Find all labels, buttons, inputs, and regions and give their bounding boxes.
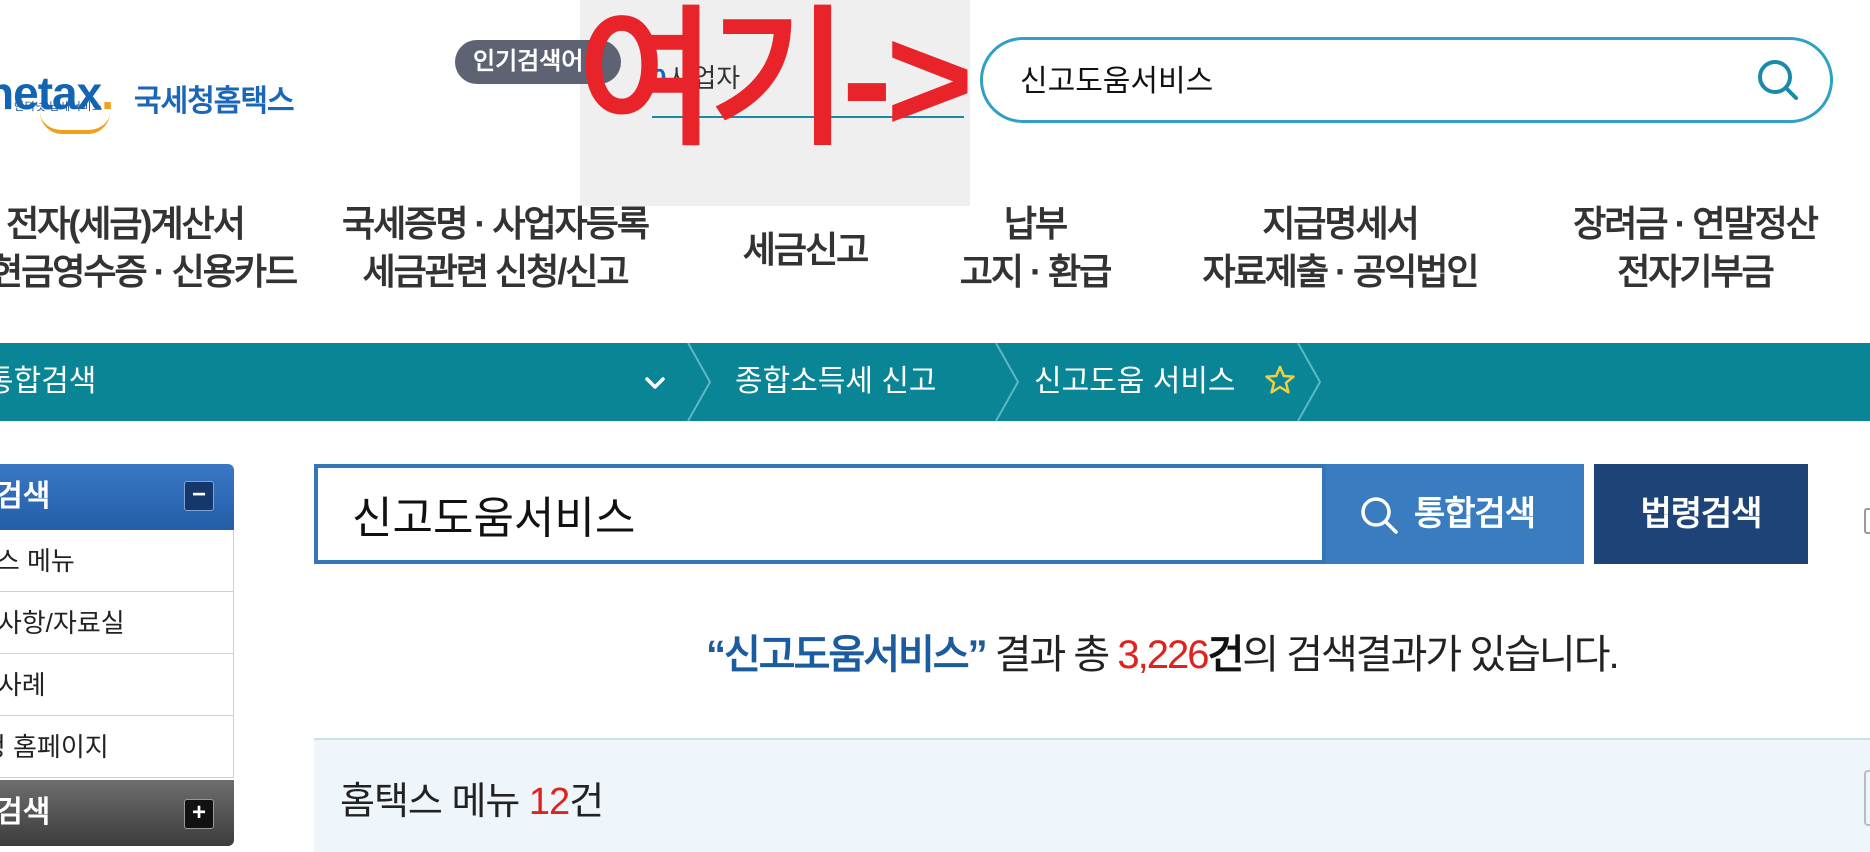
menu-certificate[interactable]: 국세증명 · 사업자등록 세금관련 신청/신고 [330, 200, 660, 296]
sidebar-item-label: 홈택스 메뉴 [0, 546, 75, 576]
sidebar-item-nts-homepage[interactable]: 국세청 홈페이지 [0, 716, 234, 778]
breadcrumb-first[interactable]: 통합검색 [0, 343, 96, 421]
logo-arc-icon [40, 112, 110, 134]
edge-control-icon[interactable] [1864, 508, 1870, 534]
menu-payment-line1: 납부 [1003, 203, 1068, 244]
sidebar-item-label: 상담사례 [0, 670, 46, 700]
collapse-icon[interactable]: − [184, 481, 214, 511]
sidebar-item-notice[interactable]: 공지사항/자료실 [0, 592, 234, 654]
menu-e-invoice[interactable]: 전자(세금)계산서 현금영수증 · 신용카드 [0, 200, 298, 296]
menu-incentive[interactable]: 장려금 · 연말정산 전자기부금 [1550, 200, 1840, 296]
menu-e-invoice-line2: 현금영수증 · 신용카드 [0, 251, 298, 292]
sidebar-header-law[interactable]: 법령검색 + [0, 780, 234, 846]
law-search-button[interactable]: 법령검색 [1594, 464, 1808, 564]
menu-certificate-line1: 국세증명 · 사업자등록 [341, 203, 650, 244]
star-icon[interactable] [1264, 364, 1296, 396]
logo-wordmark-e: e [13, 67, 39, 119]
quote-open: “ [706, 633, 726, 677]
expand-icon[interactable]: + [184, 799, 214, 829]
section-unit: 건 [569, 781, 604, 823]
search-icon[interactable] [1754, 56, 1802, 104]
menu-payment[interactable]: 납부 고지 · 환급 [935, 200, 1135, 296]
section-count: 12 [528, 781, 570, 823]
breadcrumb-second[interactable]: 종합소득세 신고 [735, 343, 937, 421]
menu-payment-line2: 고지 · 환급 [959, 251, 1112, 292]
logo-name[interactable]: 국세청홈택스 [134, 76, 295, 120]
sidebar-item-consult[interactable]: 상담사례 [0, 654, 234, 716]
menu-statement-line1: 지급명세서 [1262, 203, 1420, 244]
menu-tax-filing[interactable]: 세금신고 [715, 226, 895, 274]
main-search-input[interactable]: 신고도움서비스 [352, 482, 635, 546]
summary-mid: 결과 총 [985, 633, 1118, 677]
breadcrumb-separator-icon [687, 343, 712, 421]
search-icon [1361, 497, 1398, 534]
red-annotation-arrow: 여기-> [578, 0, 974, 163]
quote-close: ” [967, 633, 988, 677]
sidebar-item-hometax-menu[interactable]: 홈택스 메뉴 [0, 530, 234, 592]
chevron-down-icon[interactable] [642, 370, 668, 396]
menu-certificate-line2: 세금관련 신청/신고 [362, 251, 630, 292]
section-title-label: 홈택스 메뉴 [340, 781, 529, 823]
menu-incentive-line1: 장려금 · 연말정산 [1573, 203, 1819, 244]
more-button[interactable] [1864, 770, 1870, 826]
result-section-title: 홈택스 메뉴 12건 [340, 770, 604, 825]
menu-tax-filing-line1: 세금신고 [742, 229, 869, 270]
menu-statement[interactable]: 지급명세서 자료제출 · 공익법인 [1190, 200, 1490, 296]
summary-count: 3,226 [1117, 633, 1209, 677]
menu-incentive-line2: 전자기부금 [1617, 251, 1775, 292]
breadcrumb-separator-icon [995, 343, 1020, 421]
breadcrumb-separator-icon [1297, 343, 1322, 421]
logo-wordmark-h: h [0, 67, 14, 119]
top-search-input[interactable]: 신고도움서비스 [1020, 56, 1213, 100]
sidebar-header-unified-label: 통합검색 [0, 480, 51, 513]
sidebar-item-label: 공지사항/자료실 [0, 608, 125, 638]
menu-statement-line2: 자료제출 · 공익법인 [1202, 251, 1480, 292]
summary-unit: 건 [1207, 633, 1244, 677]
sidebar-header-law-label: 법령검색 [0, 796, 51, 829]
menu-e-invoice-line1: 전자(세금)계산서 [6, 203, 246, 244]
summary-query: 신고도움서비스 [724, 633, 970, 677]
result-summary: “신고도움서비스” 결과 총 3,226건의 검색결과가 있습니다. [706, 622, 1620, 680]
summary-tail: 의 검색결과가 있습니다. [1242, 633, 1619, 677]
sidebar-header-unified[interactable]: 통합검색 − [0, 464, 234, 530]
sidebar-item-label: 국세청 홈페이지 [0, 732, 109, 762]
breadcrumb-third[interactable]: 신고도움 서비스 [1034, 343, 1236, 421]
